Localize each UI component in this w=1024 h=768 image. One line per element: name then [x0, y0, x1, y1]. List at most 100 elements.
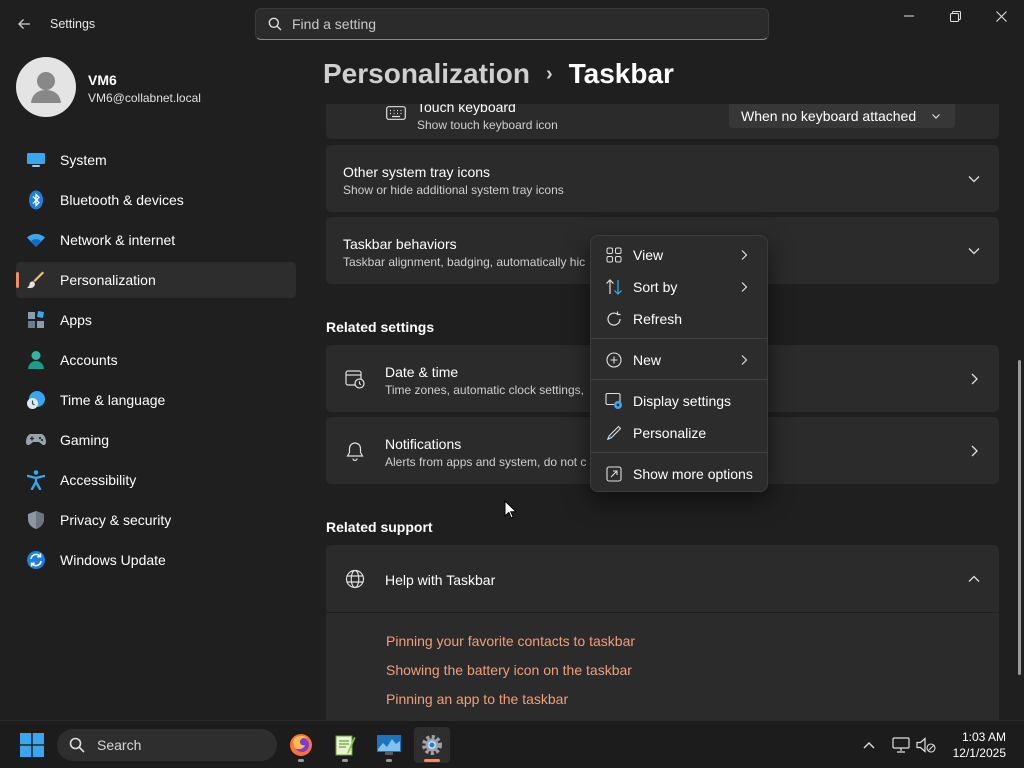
date-time-subtitle: Time zones, automatic clock settings, — [385, 383, 584, 397]
close-button[interactable] — [978, 0, 1024, 32]
refresh-icon — [605, 310, 623, 328]
help-taskbar-header[interactable]: Help with Taskbar — [326, 545, 999, 612]
monitor-icon — [26, 150, 46, 170]
taskbar-search-label: Search — [97, 737, 142, 753]
person-icon — [26, 350, 46, 370]
help-link[interactable]: Showing the battery icon on the taskbar — [386, 662, 632, 678]
sidebar-item-time-language[interactable]: Time & language — [16, 382, 296, 418]
running-indicator — [386, 759, 392, 762]
paintbrush-icon — [26, 270, 46, 290]
menu-item-refresh[interactable]: Refresh — [595, 304, 763, 334]
chevron-down-icon — [968, 176, 980, 183]
menu-item-sort-by[interactable]: Sort by — [595, 272, 763, 302]
sort-icon — [605, 278, 623, 296]
volume-muted-icon — [916, 737, 936, 753]
date-time-title: Date & time — [385, 364, 459, 380]
search-input[interactable] — [292, 16, 732, 32]
sidebar-item-personalization[interactable]: Personalization — [16, 262, 296, 298]
menu-item-label: Display settings — [633, 393, 732, 409]
other-tray-icons-title: Other system tray icons — [343, 164, 491, 180]
notifications-title: Notifications — [385, 436, 462, 452]
sidebar-item-label: Gaming — [60, 432, 110, 448]
sidebar-item-accessibility[interactable]: Accessibility — [16, 462, 296, 498]
help-link[interactable]: Pinning your favorite contacts to taskba… — [386, 633, 635, 649]
menu-separator — [591, 452, 767, 453]
taskbar-search[interactable]: Search — [57, 729, 277, 761]
gamepad-icon — [26, 430, 46, 450]
settings-search[interactable] — [255, 8, 769, 40]
sidebar-item-system[interactable]: System — [16, 142, 296, 178]
menu-item-show-more-options[interactable]: Show more options — [595, 459, 763, 489]
taskbar-behaviors-title: Taskbar behaviors — [343, 236, 457, 252]
show-hidden-icons-button[interactable] — [858, 734, 880, 756]
profile-email: VM6@collabnet.local — [88, 91, 201, 105]
touch-keyboard-dropdown[interactable]: When no keyboard attached — [729, 104, 955, 128]
menu-item-new[interactable]: New — [595, 345, 763, 375]
breadcrumb: Personalization › Taskbar — [323, 58, 674, 90]
sidebar-item-network[interactable]: Network & internet — [16, 222, 296, 258]
taskbar-app-firefox[interactable] — [283, 727, 319, 763]
sidebar-item-label: Time & language — [60, 392, 166, 408]
update-icon — [26, 550, 46, 570]
taskbar-app-settings[interactable] — [414, 727, 450, 763]
calendar-clock-icon — [345, 370, 365, 389]
network-status-button[interactable] — [890, 734, 912, 756]
touch-keyboard-card: Touch keyboard Show touch keyboard icon … — [326, 104, 999, 139]
bluetooth-icon — [26, 190, 46, 210]
touch-keyboard-value: When no keyboard attached — [741, 108, 917, 124]
breadcrumb-parent[interactable]: Personalization — [323, 58, 530, 90]
chevron-right-icon — [741, 355, 748, 365]
chevron-right-icon — [971, 373, 978, 385]
menu-item-label: New — [633, 352, 662, 368]
menu-item-display-settings[interactable]: Display settings — [595, 386, 763, 416]
help-link[interactable]: Pinning an app to the taskbar — [386, 691, 568, 707]
apps-icon — [26, 310, 46, 330]
start-button[interactable] — [14, 727, 50, 763]
chevron-down-icon — [968, 248, 980, 255]
new-plus-icon — [605, 351, 623, 369]
avatar[interactable] — [16, 57, 76, 117]
bell-icon — [346, 442, 364, 461]
help-taskbar-title: Help with Taskbar — [385, 572, 496, 588]
view-grid-icon — [605, 246, 623, 264]
back-button[interactable] — [10, 12, 38, 36]
title-bar: Settings — [0, 0, 1024, 48]
sidebar-item-label: System — [60, 152, 107, 168]
taskbar-app-notepadpp[interactable] — [327, 727, 363, 763]
sidebar-item-privacy-security[interactable]: Privacy & security — [16, 502, 296, 538]
taskbar-clock[interactable]: 1:03 AM 12/1/2025 — [953, 729, 1006, 761]
clock-date: 12/1/2025 — [952, 746, 1006, 760]
menu-item-label: View — [633, 247, 664, 263]
minimize-button[interactable] — [886, 0, 932, 32]
taskbar: Search 1:03 AM 12/1/2025 — [0, 720, 1024, 768]
globe-icon — [345, 569, 365, 589]
menu-item-label: Sort by — [633, 279, 678, 295]
menu-item-label: Personalize — [633, 425, 707, 441]
taskbar-app-monitor[interactable] — [371, 727, 407, 763]
scrollbar-thumb[interactable] — [1018, 360, 1021, 675]
wifi-icon — [26, 230, 46, 250]
sidebar-item-label: Network & internet — [60, 232, 176, 248]
sidebar-item-label: Apps — [60, 312, 92, 328]
menu-separator — [591, 379, 767, 380]
sidebar-item-apps[interactable]: Apps — [16, 302, 296, 338]
other-tray-icons-subtitle: Show or hide additional system tray icon… — [343, 183, 564, 197]
other-tray-icons-card[interactable]: Other system tray icons Show or hide add… — [326, 145, 999, 212]
menu-item-personalize[interactable]: Personalize — [595, 418, 763, 448]
sidebar-item-gaming[interactable]: Gaming — [16, 422, 296, 458]
minimize-icon — [904, 15, 914, 17]
sidebar-item-label: Accessibility — [60, 472, 137, 488]
taskbar-behaviors-subtitle: Taskbar alignment, badging, automaticall… — [343, 255, 586, 269]
menu-item-label: Refresh — [633, 311, 683, 327]
pen-icon — [605, 424, 623, 442]
volume-button[interactable] — [915, 734, 937, 756]
restore-button[interactable] — [932, 0, 978, 32]
sidebar-item-accounts[interactable]: Accounts — [16, 342, 296, 378]
close-icon — [995, 10, 1007, 22]
clock-time: 1:03 AM — [961, 730, 1006, 744]
mouse-cursor-icon — [504, 500, 516, 519]
sidebar-item-bluetooth[interactable]: Bluetooth & devices — [16, 182, 296, 218]
menu-item-view[interactable]: View — [595, 240, 763, 270]
chevron-right-icon — [741, 282, 748, 292]
sidebar-item-windows-update[interactable]: Windows Update — [16, 542, 296, 578]
